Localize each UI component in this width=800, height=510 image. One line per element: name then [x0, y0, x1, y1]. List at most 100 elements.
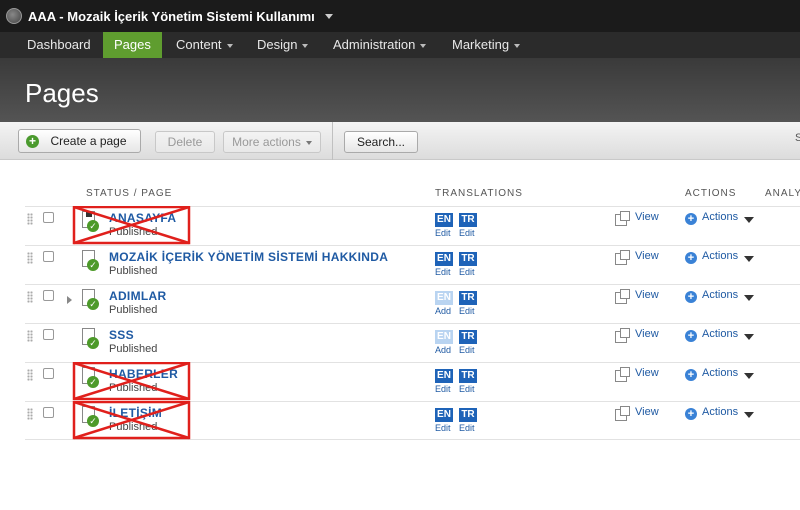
view-link[interactable]: View [635, 367, 659, 379]
table-row: ✓ ADIMLAR Published EN Add TR Edit View + Actions [25, 284, 800, 323]
nav-marketing[interactable]: Marketing [441, 32, 531, 58]
chevron-down-icon [514, 43, 521, 48]
row-checkbox[interactable] [43, 407, 54, 418]
chevron-down-icon[interactable] [744, 256, 754, 262]
col-translations: TRANSLATIONS [435, 188, 523, 199]
actions-link[interactable]: Actions [702, 328, 738, 340]
page-name-link[interactable]: ADIMLAR [109, 289, 166, 303]
delete-button[interactable]: Delete [155, 131, 215, 153]
chevron-down-icon[interactable] [744, 217, 754, 223]
external-view-icon [615, 289, 630, 304]
external-view-icon [615, 367, 630, 382]
actions-plus-icon: + [685, 252, 697, 264]
lang-badge-en[interactable]: EN [435, 408, 453, 422]
create-page-button[interactable]: + Create a page [18, 129, 141, 153]
actions-link[interactable]: Actions [702, 367, 738, 379]
lang-action-link[interactable]: Edit [435, 384, 451, 394]
page-published-icon: ✓ [82, 250, 99, 272]
lang-badge-en[interactable]: EN [435, 252, 453, 266]
more-actions-button[interactable]: More actions [223, 131, 321, 153]
external-view-icon [615, 250, 630, 265]
actions-link[interactable]: Actions [702, 250, 738, 262]
red-x-annotation [72, 401, 191, 440]
col-analytics: ANALYT [765, 188, 800, 199]
red-x-annotation [72, 206, 191, 245]
toolbar-cut-label: S [795, 132, 800, 144]
lang-badge-tr[interactable]: TR [459, 291, 477, 305]
view-link[interactable]: View [635, 250, 659, 262]
top-bar: AAA - Mozaik İçerik Yönetim Sistemi Kull… [0, 0, 800, 32]
actions-link[interactable]: Actions [702, 289, 738, 301]
chevron-down-icon [324, 13, 333, 19]
toolbar: + Create a page Delete More actions Sear… [0, 122, 800, 160]
drag-handle-icon[interactable] [27, 213, 33, 225]
lang-badge-tr[interactable]: TR [459, 213, 477, 227]
row-checkbox[interactable] [43, 251, 54, 262]
lang-badge-en[interactable]: EN [435, 369, 453, 383]
row-checkbox[interactable] [43, 212, 54, 223]
nav-pages[interactable]: Pages [103, 32, 162, 58]
page-status: Published [109, 304, 158, 316]
chevron-down-icon [302, 43, 309, 48]
lang-badge-en[interactable]: EN [435, 291, 453, 305]
row-checkbox[interactable] [43, 290, 54, 301]
external-view-icon [615, 328, 630, 343]
lang-badge-tr[interactable]: TR [459, 252, 477, 266]
page-header: Pages [0, 58, 800, 122]
chevron-down-icon[interactable] [744, 334, 754, 340]
page-published-icon: ✓ [82, 328, 99, 350]
chevron-down-icon[interactable] [744, 373, 754, 379]
view-link[interactable]: View [635, 406, 659, 418]
drag-handle-icon[interactable] [27, 408, 33, 420]
actions-link[interactable]: Actions [702, 211, 738, 223]
lang-action-link[interactable]: Edit [459, 423, 475, 433]
nav-design[interactable]: Design [246, 32, 319, 58]
site-selector[interactable]: AAA - Mozaik İçerik Yönetim Sistemi Kull… [6, 8, 333, 24]
view-link[interactable]: View [635, 328, 659, 340]
chevron-down-icon [305, 140, 312, 145]
search-button[interactable]: Search... [344, 131, 418, 153]
actions-link[interactable]: Actions [702, 406, 738, 418]
chevron-down-icon[interactable] [744, 295, 754, 301]
external-view-icon [615, 406, 630, 421]
drag-handle-icon[interactable] [27, 291, 33, 303]
actions-plus-icon: + [685, 369, 697, 381]
chevron-down-icon[interactable] [744, 412, 754, 418]
page-status: Published [109, 265, 158, 277]
lang-action-link[interactable]: Edit [459, 384, 475, 394]
actions-plus-icon: + [685, 408, 697, 420]
row-checkbox[interactable] [43, 368, 54, 379]
page-name-link[interactable]: MOZAİK İÇERİK YÖNETİM SİSTEMİ HAKKINDA [109, 250, 388, 264]
lang-badge-tr[interactable]: TR [459, 330, 477, 344]
lang-action-link[interactable]: Edit [459, 345, 475, 355]
lang-action-link[interactable]: Add [435, 345, 451, 355]
site-title: AAA - Mozaik İçerik Yönetim Sistemi Kull… [28, 8, 315, 24]
lang-action-link[interactable]: Edit [459, 267, 475, 277]
chevron-down-icon [226, 43, 233, 48]
lang-badge-tr[interactable]: TR [459, 369, 477, 383]
drag-handle-icon[interactable] [27, 369, 33, 381]
lang-action-link[interactable]: Add [435, 306, 451, 316]
lang-action-link[interactable]: Edit [435, 228, 451, 238]
row-checkbox[interactable] [43, 329, 54, 340]
lang-action-link[interactable]: Edit [435, 267, 451, 277]
lang-action-link[interactable]: Edit [435, 423, 451, 433]
view-link[interactable]: View [635, 289, 659, 301]
main-nav: Dashboard Pages Content Design Administr… [0, 32, 800, 58]
page-published-icon: ✓ [82, 289, 99, 311]
view-link[interactable]: View [635, 211, 659, 223]
lang-badge-tr[interactable]: TR [459, 408, 477, 422]
lang-badge-en[interactable]: EN [435, 213, 453, 227]
drag-handle-icon[interactable] [27, 252, 33, 264]
lang-action-link[interactable]: Edit [459, 228, 475, 238]
drag-handle-icon[interactable] [27, 330, 33, 342]
nav-administration[interactable]: Administration [322, 32, 437, 58]
red-x-annotation [72, 362, 191, 401]
lang-badge-en[interactable]: EN [435, 330, 453, 344]
nav-content[interactable]: Content [165, 32, 244, 58]
toolbar-divider [332, 122, 333, 160]
nav-dashboard[interactable]: Dashboard [16, 32, 102, 58]
expand-arrow-icon[interactable] [67, 296, 72, 304]
lang-action-link[interactable]: Edit [459, 306, 475, 316]
page-name-link[interactable]: SSS [109, 328, 134, 342]
